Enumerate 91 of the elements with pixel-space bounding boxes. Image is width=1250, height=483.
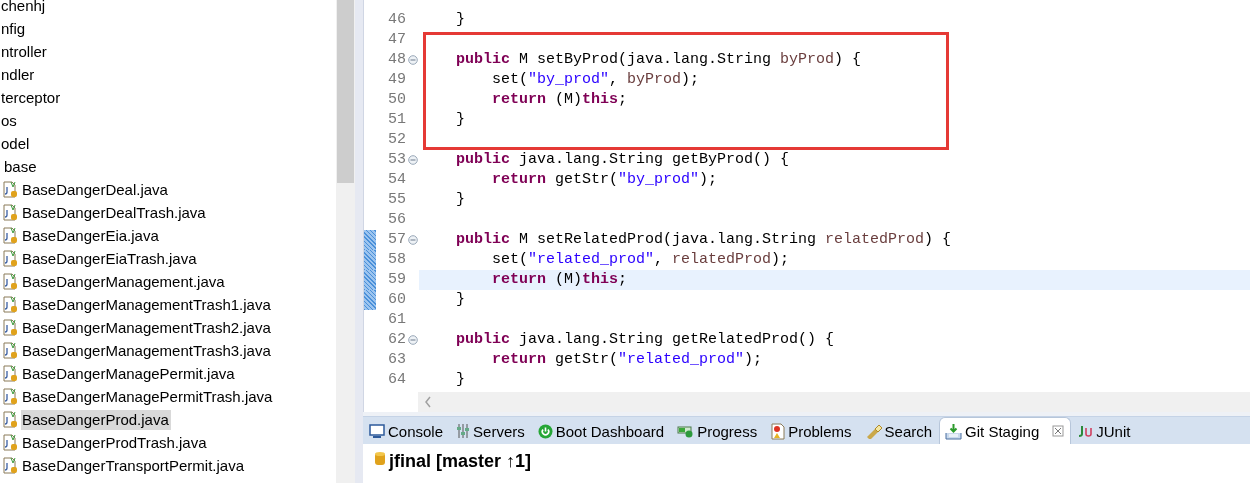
sliders-icon (456, 423, 471, 439)
code-line: public java.lang.String getByProd() { (455, 150, 791, 170)
line-number: 62 (387, 330, 406, 350)
code-line: } (455, 110, 466, 130)
tree-item[interactable]: base (3, 156, 39, 177)
tree-item[interactable]: odel (0, 133, 32, 154)
tree-item[interactable]: terceptor (0, 87, 63, 108)
code-line: set("by_prod", byProd); (491, 70, 701, 90)
java-file-icon (3, 273, 18, 290)
tree-item[interactable]: ndler (0, 64, 37, 85)
code-line: return getStr("related_prod"); (491, 350, 764, 370)
line-number: 57 (387, 230, 406, 250)
tree-item[interactable]: BaseDangerEiaTrash.java (21, 248, 199, 269)
code-line: set("related_prod", relatedProd); (491, 250, 791, 270)
line-number: 60 (387, 290, 406, 310)
code-line: public M setRelatedProd(java.lang.String relatedProd) { (455, 230, 953, 250)
java-file-icon (3, 342, 18, 359)
line-number: 46 (387, 10, 406, 30)
java-file-icon (3, 388, 18, 405)
tree-item[interactable]: BaseDangerManagementTrash2.java (21, 317, 273, 338)
collapse-icon[interactable] (407, 235, 418, 245)
line-number: 63 (387, 350, 406, 370)
panel-tab[interactable]: Progress (671, 417, 765, 444)
line-number: 53 (387, 150, 406, 170)
collapse-icon[interactable] (407, 335, 418, 345)
close-icon[interactable] (1052, 425, 1065, 437)
line-number: 51 (387, 110, 406, 130)
tree-item[interactable]: BaseDangerManagePermitTrash.java (21, 386, 275, 407)
staging-icon (945, 422, 963, 440)
line-number: 48 (387, 50, 406, 70)
tree-item[interactable]: BaseDangerManagementTrash1.java (21, 294, 273, 315)
line-number: 52 (387, 130, 406, 150)
panel-tab[interactable]: Search (858, 417, 940, 444)
line-number: 59 (387, 270, 406, 290)
line-number: 56 (387, 210, 406, 230)
repository-title: jfinal [master ↑1] (389, 451, 532, 472)
code-line: return getStr("by_prod"); (491, 170, 719, 190)
java-file-icon (3, 365, 18, 382)
collapse-icon[interactable] (407, 55, 418, 65)
java-file-icon (3, 227, 18, 244)
panel-tab[interactable]: Boot Dashboard (531, 417, 672, 444)
code-line: public M setByProd(java.lang.String byProd) { (455, 50, 863, 70)
tree-item[interactable]: chenhj (0, 0, 48, 16)
java-file-icon (3, 250, 18, 267)
database-icon (375, 451, 385, 465)
code-line: public java.lang.String getRelatedProd() { (455, 330, 836, 350)
java-file-icon (3, 434, 18, 451)
java-file-icon (3, 204, 18, 221)
line-number: 64 (387, 370, 406, 390)
line-number: 55 (387, 190, 406, 210)
tree-item[interactable]: BaseDangerTransportPermit.java (21, 455, 247, 476)
line-number: 61 (387, 310, 406, 330)
line-number: 47 (387, 30, 406, 50)
tree-item[interactable]: BaseDangerDealTrash.java (21, 202, 208, 223)
tree-item[interactable]: BaseDangerManagement.java (21, 271, 227, 292)
tree-item[interactable]: BaseDangerManagePermit.java (21, 363, 237, 384)
junit-icon (1077, 424, 1094, 438)
code-line: } (455, 370, 466, 390)
line-number: 58 (387, 250, 406, 270)
tree-item[interactable]: ntroller (0, 41, 49, 62)
code-line: return (M)this; (491, 90, 629, 110)
scrollbar-thumb[interactable] (337, 0, 354, 183)
progress-icon (677, 424, 695, 438)
panel-tab[interactable]: JUnit (1071, 417, 1138, 444)
java-file-icon (3, 457, 18, 474)
tree-item[interactable]: BaseDangerProdTrash.java (21, 432, 209, 453)
tree-item[interactable]: nfig (0, 18, 28, 39)
panel-tab[interactable]: Console (363, 417, 451, 444)
line-number: 54 (387, 170, 406, 190)
code-line: } (455, 290, 466, 310)
code-line: } (455, 10, 466, 30)
tree-item[interactable]: os (0, 110, 19, 131)
power-icon (537, 423, 553, 439)
line-number: 50 (387, 90, 406, 110)
panel-tab[interactable]: Problems (764, 417, 859, 444)
problems-icon (770, 422, 786, 440)
java-file-icon (3, 181, 18, 198)
line-number: 49 (387, 70, 406, 90)
code-line: } (455, 190, 466, 210)
tree-item[interactable]: BaseDangerEia.java (21, 225, 161, 246)
tree-item[interactable]: BaseDangerManagementTrash3.java (21, 340, 273, 361)
java-file-icon (3, 411, 18, 428)
panel-tab[interactable]: Git Staging (939, 417, 1072, 444)
scroll-left-icon[interactable] (424, 396, 432, 408)
panel-tab[interactable]: Servers (450, 417, 532, 444)
monitor-icon (369, 423, 385, 439)
tree-item[interactable]: BaseDangerProd.java (21, 409, 171, 430)
java-file-icon (3, 319, 18, 336)
tree-item[interactable]: BaseDangerDeal.java (21, 179, 170, 200)
java-file-icon (3, 296, 18, 313)
collapse-icon[interactable] (407, 155, 418, 165)
